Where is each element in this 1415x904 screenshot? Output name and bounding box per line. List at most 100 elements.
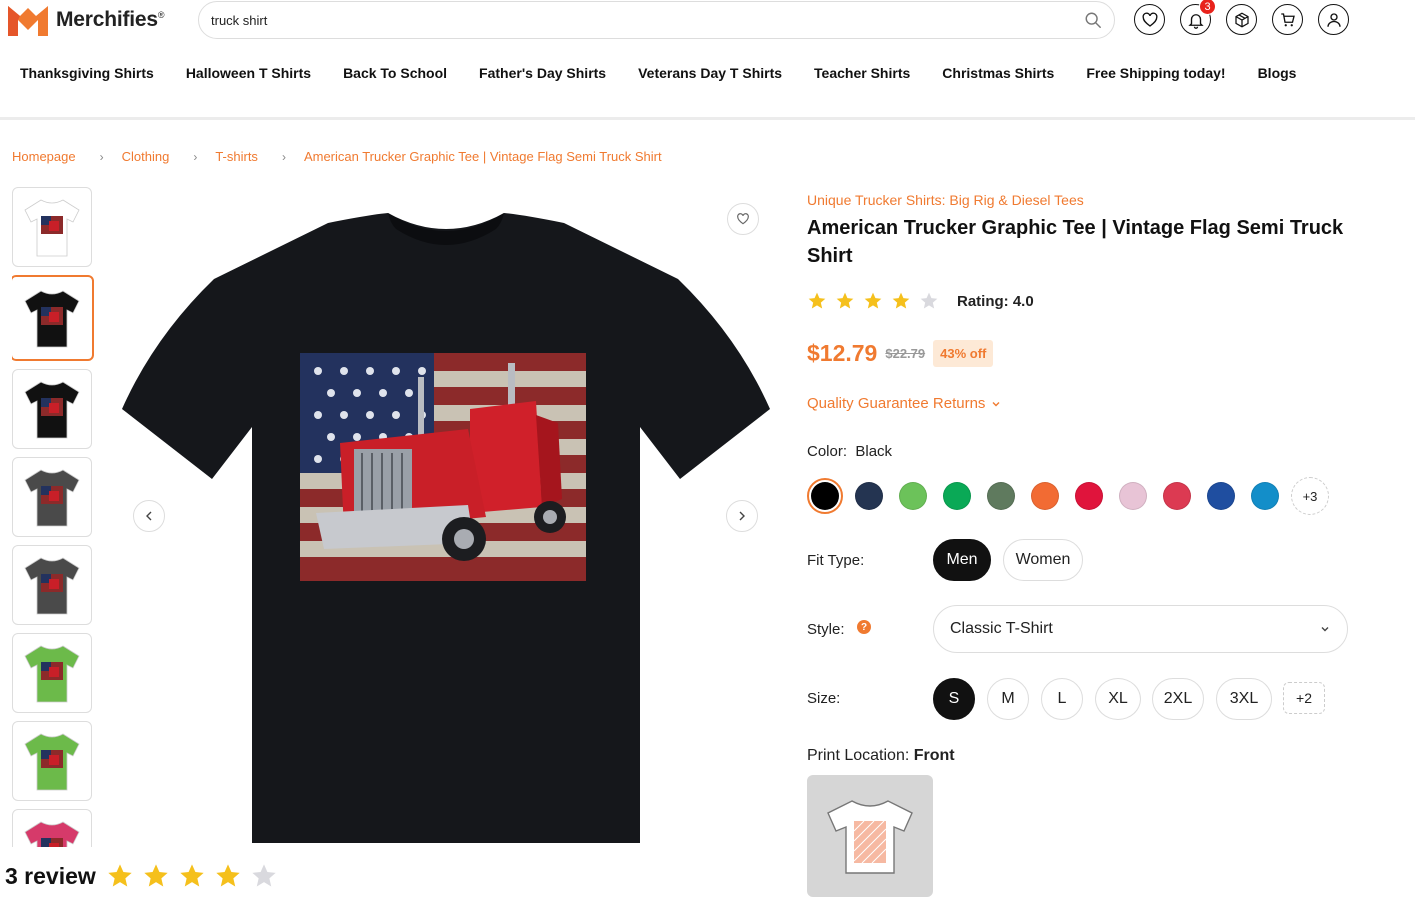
more-colors-button[interactable]: +3 [1291, 477, 1329, 515]
color-swatch[interactable] [1027, 478, 1063, 514]
size-option-xl[interactable]: XL [1095, 678, 1141, 720]
color-swatch-fill [1207, 482, 1235, 510]
size-option-3xl[interactable]: 3XL [1216, 678, 1272, 720]
size-label: Size: [807, 690, 841, 707]
quality-guarantee-toggle[interactable]: Quality Guarantee Returns [807, 395, 1001, 412]
cart-button[interactable] [1272, 4, 1303, 35]
more-sizes-button[interactable]: +2 [1283, 682, 1325, 714]
color-swatch-fill [1031, 482, 1059, 510]
color-swatch-fill [1119, 482, 1147, 510]
fit-option-women[interactable]: Women [1003, 539, 1083, 581]
chevron-down-icon [992, 401, 1000, 406]
thumbnail-item[interactable] [12, 187, 92, 267]
star-filled-icon [892, 292, 910, 309]
fit-option-men[interactable]: Men [933, 539, 991, 581]
chevron-left-icon [146, 511, 152, 521]
help-icon[interactable]: ? [857, 620, 871, 634]
nav-item-teacher[interactable]: Teacher Shirts [814, 65, 910, 81]
star-filled-icon [836, 292, 854, 309]
search-bar[interactable] [198, 1, 1115, 39]
chevron-right-icon: › [281, 149, 286, 164]
color-swatches: +3 [807, 477, 1329, 515]
orders-icon [1234, 12, 1249, 27]
star-filled-icon [144, 864, 168, 887]
thumbnail-item[interactable] [12, 809, 92, 847]
notification-badge: 3 [1199, 0, 1216, 15]
thumbnail-item[interactable] [12, 275, 94, 361]
original-price: $22.79 [885, 346, 926, 361]
color-swatch[interactable] [1159, 478, 1195, 514]
wishlist-icon [1142, 12, 1157, 27]
color-label-row: Color: Black [807, 443, 892, 460]
star-filled-icon [108, 864, 132, 887]
color-swatch[interactable] [1203, 478, 1239, 514]
next-image-button[interactable] [726, 500, 758, 532]
wishlist-button[interactable] [1134, 4, 1165, 35]
color-swatch[interactable] [895, 478, 931, 514]
search-icon[interactable] [1084, 11, 1102, 29]
store-link[interactable]: Unique Trucker Shirts: Big Rig & Diesel … [807, 192, 1367, 208]
color-swatch[interactable] [1115, 478, 1151, 514]
review-summary: 3 review [5, 862, 278, 890]
style-select[interactable]: Classic T-Shirt [933, 605, 1348, 653]
breadcrumb-clothing[interactable]: Clothing [122, 149, 170, 164]
color-swatch[interactable] [1247, 478, 1283, 514]
product-main-image [118, 187, 774, 847]
tshirt-thumbnail-icon [24, 381, 80, 439]
color-swatch[interactable] [983, 478, 1019, 514]
nav-item-christmas[interactable]: Christmas Shirts [942, 65, 1054, 81]
fit-type-label: Fit Type: [807, 552, 865, 569]
notification-button[interactable]: 3 [1180, 0, 1216, 35]
tshirt-thumbnail-icon [24, 821, 80, 847]
color-swatch-fill [855, 482, 883, 510]
tshirt-thumbnail-icon [24, 469, 80, 527]
tshirt-thumbnail-icon [24, 290, 80, 348]
brand-logo[interactable]: Merchifies® [6, 2, 165, 38]
prev-image-button[interactable] [133, 500, 165, 532]
size-option-s[interactable]: S [933, 678, 975, 720]
breadcrumb-homepage[interactable]: Homepage [12, 149, 76, 164]
color-swatch[interactable] [1071, 478, 1107, 514]
brand-name: Merchifies [56, 8, 158, 31]
nav-item-free-shipping[interactable]: Free Shipping today! [1086, 65, 1225, 81]
search-input[interactable] [211, 12, 1084, 28]
review-count[interactable]: 3 review [5, 863, 96, 890]
color-swatch[interactable] [807, 478, 843, 514]
nav-item-halloween[interactable]: Halloween T Shirts [186, 65, 311, 81]
add-to-wishlist-button[interactable] [727, 203, 759, 235]
print-location-front-option[interactable] [807, 775, 933, 897]
account-button[interactable] [1318, 4, 1349, 35]
print-location-value: Front [913, 747, 955, 764]
thumbnail-item[interactable] [12, 721, 92, 801]
rating-label: Rating: 4.0 [957, 292, 1034, 310]
print-location-label: Print Location: [807, 747, 910, 764]
orders-button[interactable] [1226, 4, 1257, 35]
star-empty-icon [920, 292, 938, 309]
tshirt-front-icon [827, 800, 913, 874]
color-swatch[interactable] [851, 478, 887, 514]
header: Merchifies® 3 [0, 0, 1415, 40]
account-icon [1326, 12, 1341, 27]
color-swatch-fill [899, 482, 927, 510]
nav-item-blogs[interactable]: Blogs [1258, 65, 1297, 81]
breadcrumb-tshirts[interactable]: T-shirts [215, 149, 258, 164]
color-swatch[interactable] [939, 478, 975, 514]
thumbnail-item[interactable] [12, 633, 92, 713]
thumbnail-item[interactable] [12, 457, 92, 537]
thumbnail-item[interactable] [12, 369, 92, 449]
nav-item-fathers-day[interactable]: Father's Day Shirts [479, 65, 606, 81]
size-option-m[interactable]: M [987, 678, 1029, 720]
size-option-l[interactable]: L [1041, 678, 1083, 720]
color-value: Black [855, 443, 893, 460]
size-option-2xl[interactable]: 2XL [1152, 678, 1204, 720]
thumbnail-item[interactable] [12, 545, 92, 625]
cart-icon [1280, 12, 1295, 26]
nav-item-thanksgiving[interactable]: Thanksgiving Shirts [20, 65, 154, 81]
color-swatch-fill [1163, 482, 1191, 510]
style-label: Style: [807, 621, 845, 638]
nav-item-back-to-school[interactable]: Back To School [343, 65, 447, 81]
star-filled-icon [216, 864, 240, 887]
star-filled-icon [808, 292, 826, 309]
nav-item-veterans-day[interactable]: Veterans Day T Shirts [638, 65, 782, 81]
star-filled-icon [180, 864, 204, 887]
